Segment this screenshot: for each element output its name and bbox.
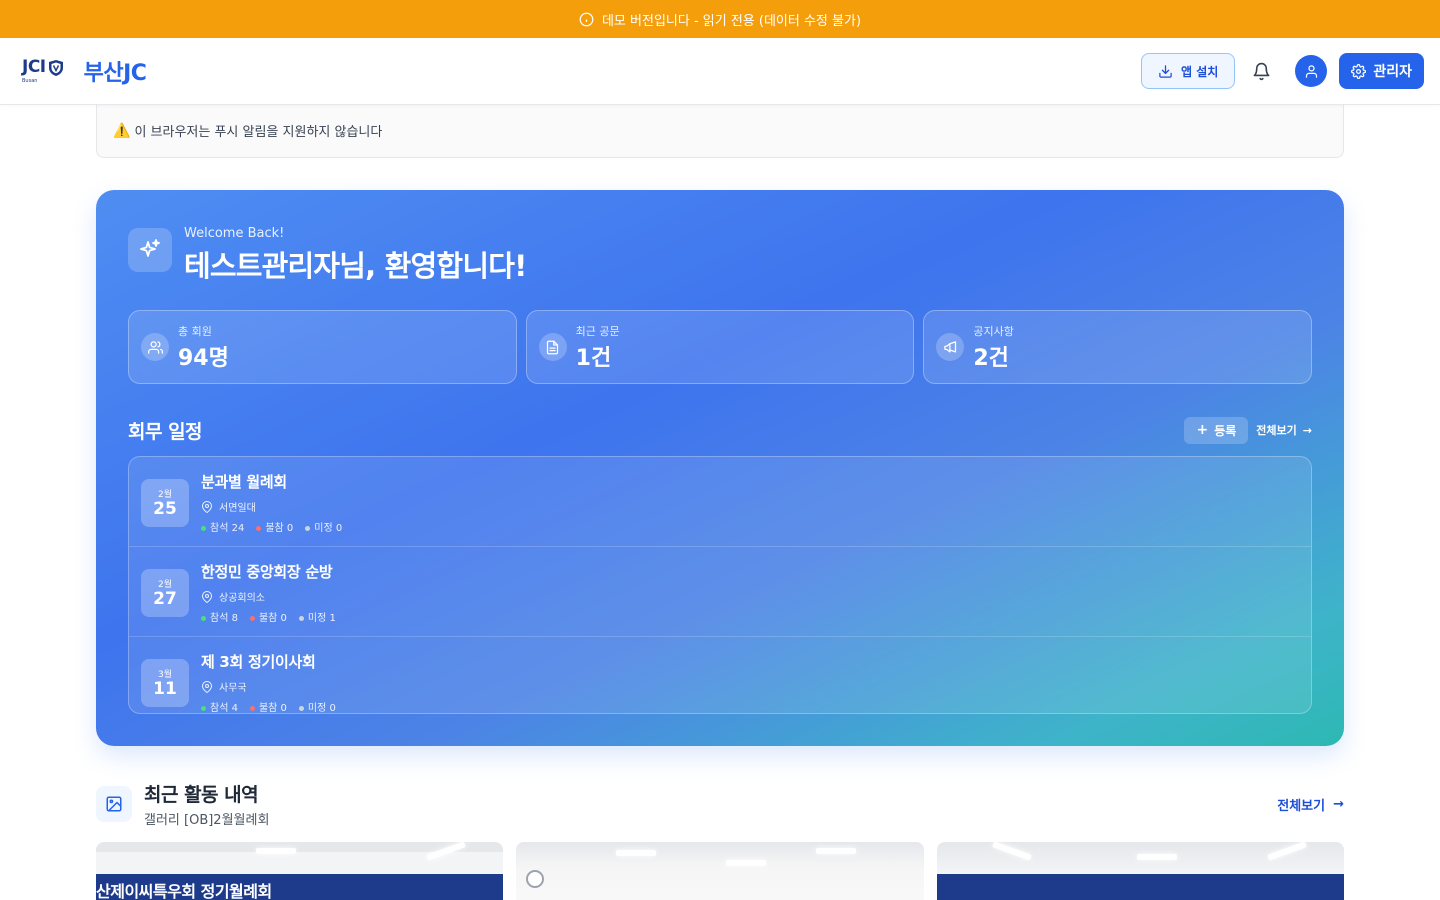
demo-banner: 데모 버전입니다 - 읽기 전용 (데이터 수정 불가) [0,0,1440,38]
hero-title: 테스트관리자님, 환영합니다! [184,249,527,283]
stat-value: 1건 [575,345,612,371]
date-badge: 2월 27 [141,569,189,617]
recent-activity-title: 최근 활동 내역 [144,784,259,806]
megaphone-icon [936,333,965,361]
plus-icon: + [1196,422,1209,438]
arrow-right-icon: → [1302,423,1312,437]
map-pin-icon [201,680,213,693]
org-name: 부산JC [83,61,147,86]
absent-count: 불참 0 [256,519,293,534]
event-location-text: 상공회의소 [219,593,265,604]
view-all-label: 전체보기 [1256,424,1297,437]
event-location-text: 사무국 [219,683,247,694]
date-day: 25 [153,499,177,520]
clock-icon [526,870,545,888]
users-icon [141,333,169,361]
document-icon [538,333,567,361]
register-event-button[interactable]: + 등록 [1184,416,1249,444]
schedule-item[interactable]: 2월 25 분과별 월례회 서면일대 참석 24 불참 0 미정 0 [129,457,1311,547]
undecided-count: 미정 0 [298,699,336,713]
event-title: 제 3회 정기이사회 [201,653,316,671]
gallery-photo[interactable]: 산제이씨특우회 정기월례회 [96,842,504,900]
stat-card-notices[interactable]: 공지사항 2건 [923,310,1313,384]
event-title: 한정민 중앙회장 순방 [201,563,333,581]
user-icon [1305,64,1317,78]
stat-card-members[interactable]: 총 회원 94명 [128,310,517,384]
stat-label: 최근 공문 [575,324,620,338]
schedule-title: 회무 일정 [128,420,203,443]
logo[interactable]: JCI Busan 부산JC [22,55,147,87]
date-badge: 3월 11 [141,659,189,707]
attend-count: 참석 4 [201,699,238,713]
undecided-count: 미정 1 [298,609,336,624]
stat-label: 총 회원 [178,324,212,338]
absent-count: 불참 0 [249,609,287,624]
event-location: 서면일대 [201,499,342,514]
top-navigation-bar: JCI Busan 부산JC 앱 설치 관리자 [0,38,1440,105]
recent-view-all-link[interactable]: 전체보기 → [1277,795,1344,814]
download-icon [1159,64,1172,78]
jci-logo-text: JCI [22,57,46,77]
event-location-text: 서면일대 [219,503,256,514]
map-pin-icon [201,500,213,513]
schedule-header: 회무 일정 + 등록 전체보기 → [128,416,1312,444]
attend-count: 참석 8 [201,609,238,624]
recent-activity-header: 최근 활동 내역 갤러리 [OB]2월월례회 전체보기 → [96,780,1344,828]
shield-icon [48,59,63,76]
register-label: 등록 [1214,423,1237,438]
recent-activity-subtitle: 갤러리 [OB]2월월례회 [144,813,270,828]
view-all-label: 전체보기 [1277,798,1326,814]
hero-subtitle: Welcome Back! [184,226,285,241]
schedule-item[interactable]: 3월 11 제 3회 정기이사회 사무국 참석 4 불참 0 미정 0 [129,637,1311,713]
stats-row: 총 회원 94명 최근 공문 1건 공지사항 2건 [128,310,1313,384]
schedule-list: 2월 25 분과별 월례회 서면일대 참석 24 불참 0 미정 0 2월 27 [128,456,1312,714]
event-location: 사무국 [201,679,336,694]
stat-card-documents[interactable]: 최근 공문 1건 [525,310,915,384]
push-unsupported-notice: ⚠️ 이 브라우저는 푸시 알림을 지원하지 않습니다 [96,104,1344,158]
photo-banner-text: 산제이씨특우회 정기월례회 [96,882,272,900]
gallery-photo[interactable] [936,842,1344,900]
undecided-count: 미정 0 [305,519,342,534]
absent-count: 불참 0 [249,699,287,713]
date-day: 11 [153,679,177,700]
schedule-view-all-link[interactable]: 전체보기 → [1256,422,1312,438]
gear-icon [1351,63,1367,79]
attendance-stats: 참석 8 불참 0 미정 1 [201,609,336,624]
welcome-hero-card: Welcome Back! 테스트관리자님, 환영합니다! 총 회원 94명 최… [96,190,1344,746]
stat-value: 2건 [973,345,1009,371]
attendance-stats: 참석 4 불참 0 미정 0 [201,699,336,713]
install-app-label: 앱 설치 [1181,64,1219,79]
date-day: 27 [153,589,177,610]
jci-logo: JCI Busan [22,59,64,84]
date-badge: 2월 25 [141,479,189,527]
event-title: 분과별 월례회 [201,473,287,491]
warning-icon: ⚠️ [113,122,131,139]
hero-header: Welcome Back! 테스트관리자님, 환영합니다! [128,226,527,285]
sparkles-icon [128,228,172,272]
jci-logo-sub: Busan [22,77,38,84]
user-avatar-button[interactable] [1295,55,1328,87]
gallery-photo[interactable] [516,842,924,900]
admin-button[interactable]: 관리자 [1339,53,1424,89]
attendance-stats: 참석 24 불참 0 미정 0 [201,519,342,534]
push-notice-text: 이 브라우저는 푸시 알림을 지원하지 않습니다 [134,125,383,140]
event-location: 상공회의소 [201,589,336,604]
attend-count: 참석 24 [201,519,244,534]
map-pin-icon [201,590,213,603]
admin-label: 관리자 [1373,64,1412,80]
gallery-grid: 산제이씨특우회 정기월례회 [96,842,1344,900]
notification-button[interactable] [1243,53,1279,89]
schedule-item[interactable]: 2월 27 한정민 중앙회장 순방 상공회의소 참석 8 불참 0 미정 1 [129,547,1311,637]
arrow-right-icon: → [1333,796,1344,812]
stat-label: 공지사항 [973,324,1014,338]
image-icon [96,786,132,822]
stat-value: 94명 [178,345,229,371]
demo-banner-text: 데모 버전입니다 - 읽기 전용 (데이터 수정 불가) [601,13,862,29]
bell-icon [1253,62,1270,80]
info-icon [579,12,594,26]
install-app-button[interactable]: 앱 설치 [1141,53,1236,89]
